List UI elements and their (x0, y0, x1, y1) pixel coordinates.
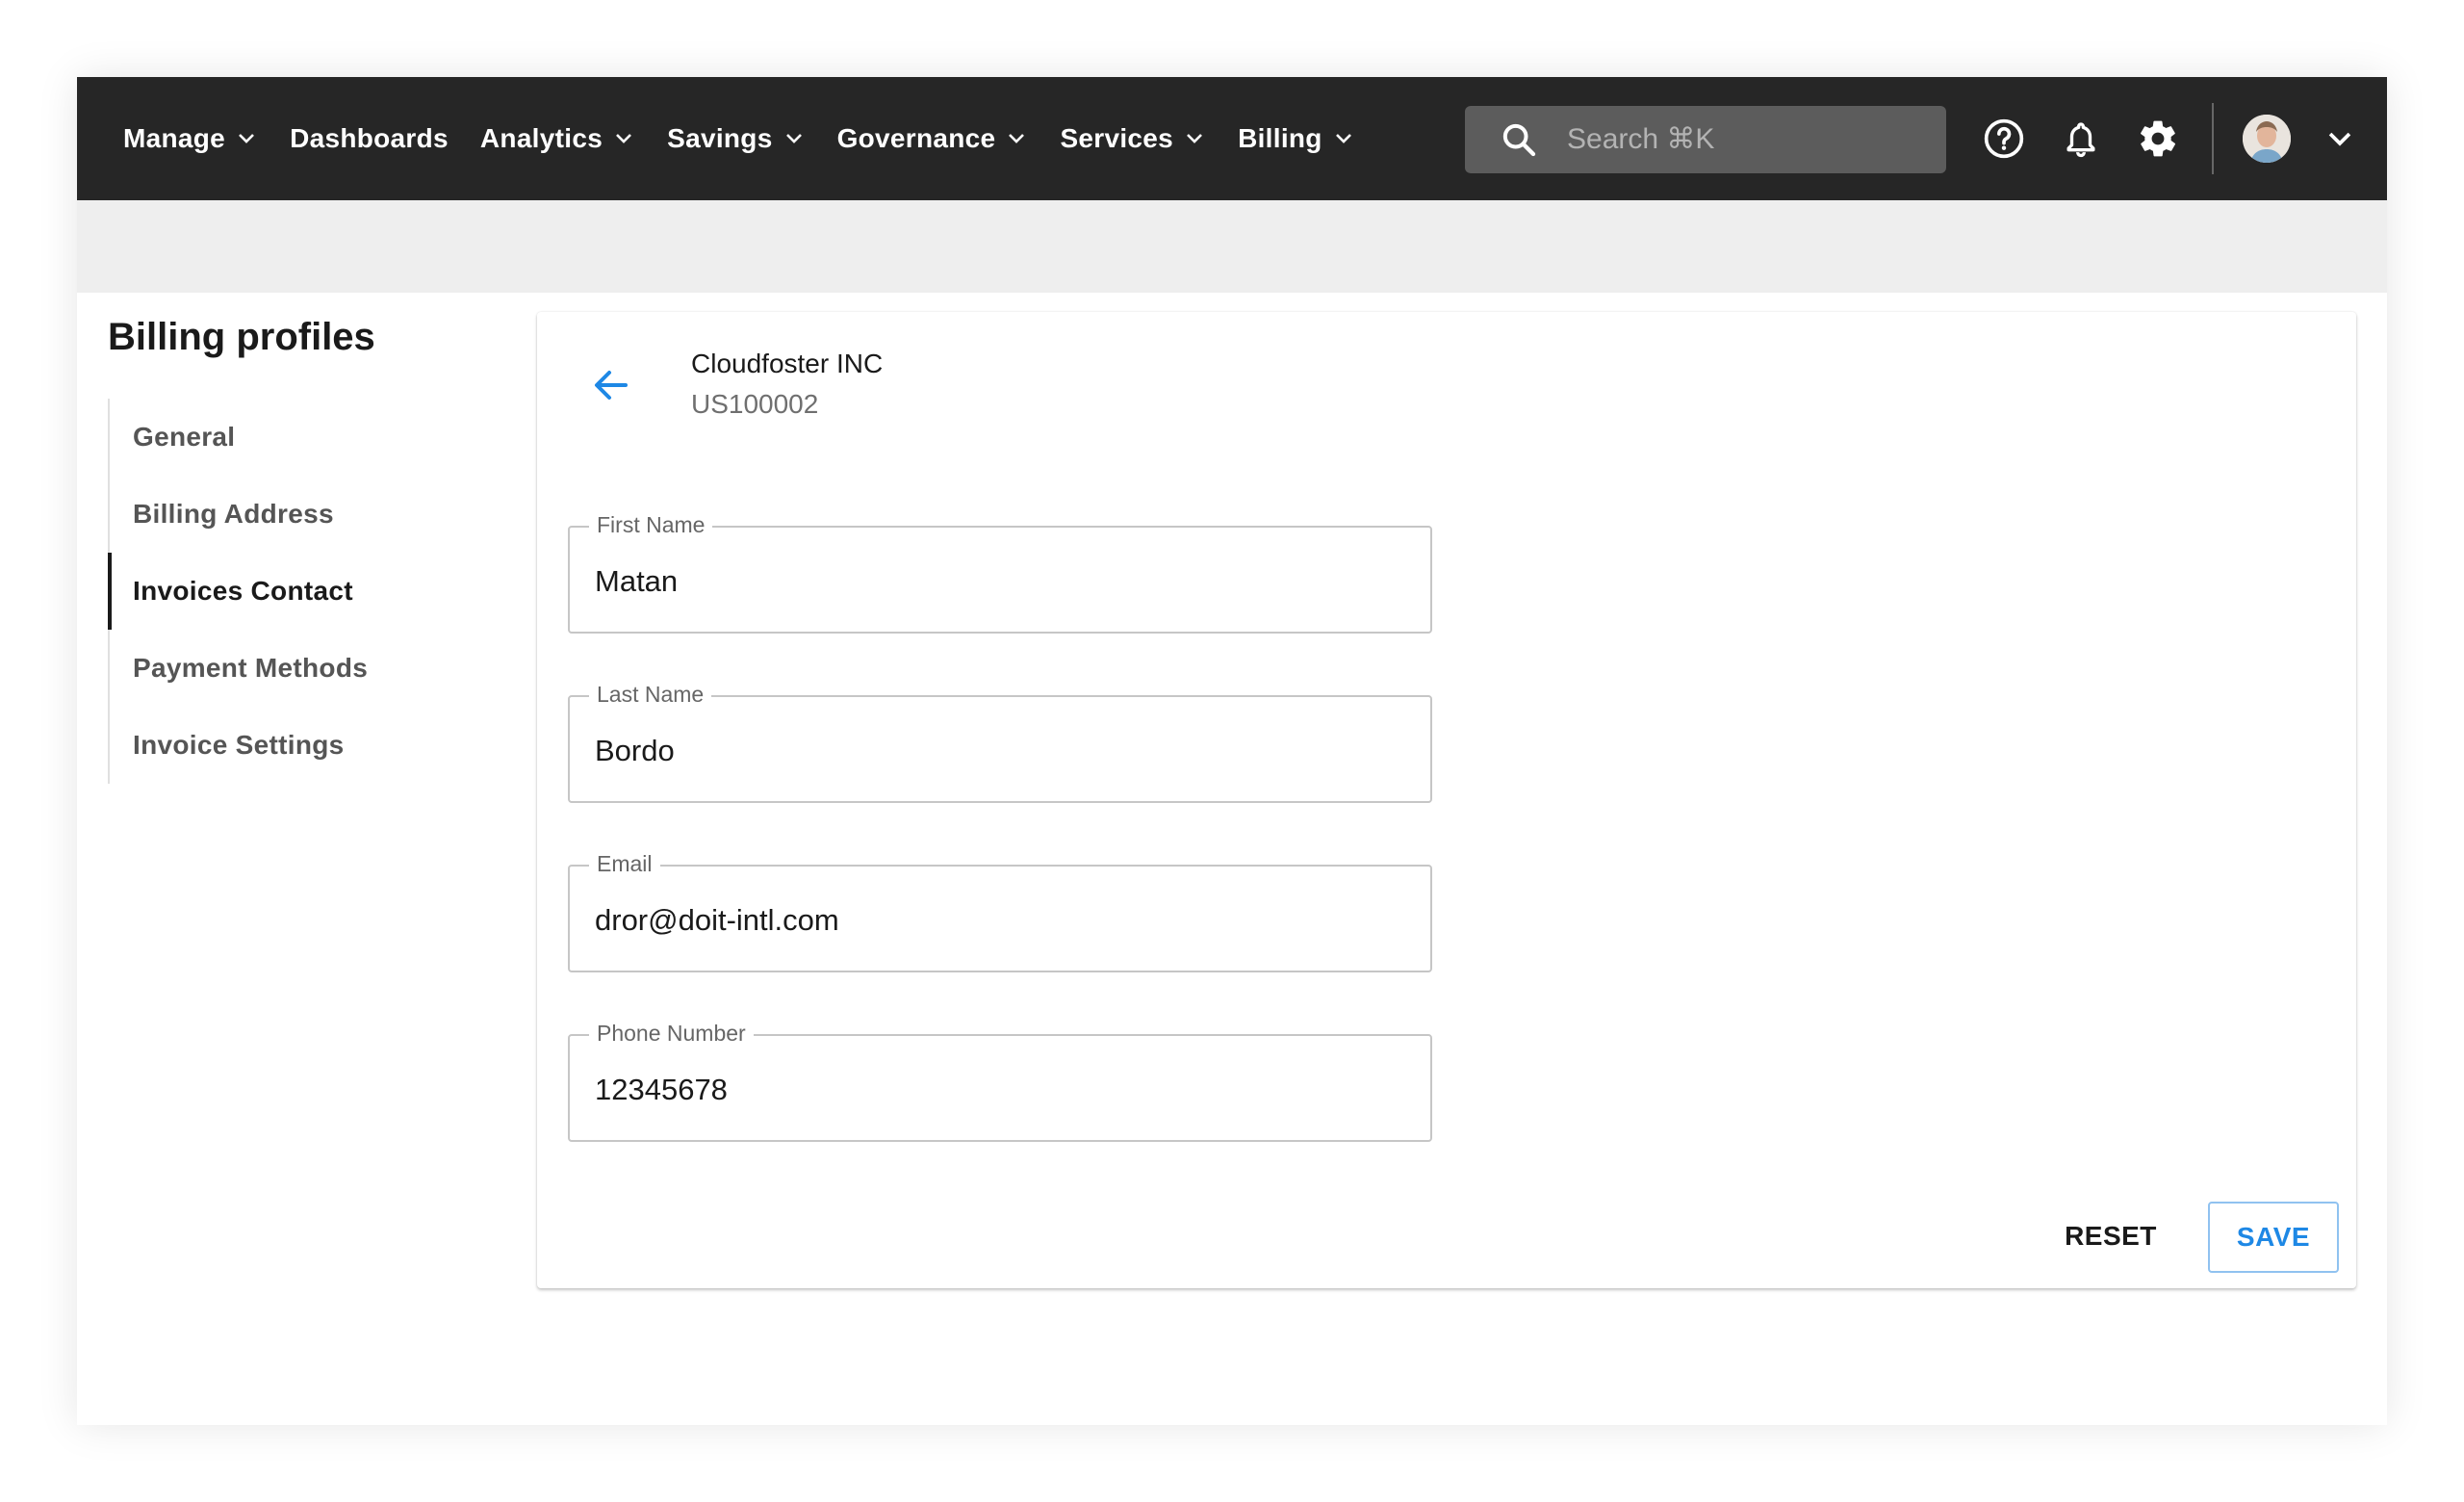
nav-item-services[interactable]: Services (1060, 77, 1206, 200)
chevron-down-icon (1335, 134, 1351, 143)
sidebar-item-label: Payment Methods (133, 653, 369, 683)
help-icon (1984, 118, 2024, 159)
company-id: US100002 (691, 389, 819, 419)
page-title: Billing profiles (108, 316, 375, 358)
nav-item-manage[interactable]: Manage (123, 77, 258, 200)
divider (2212, 103, 2214, 174)
settings-button[interactable] (2135, 116, 2181, 162)
top-icons (1981, 77, 2356, 200)
field-label: Phone Number (589, 1021, 754, 1047)
last-name-field: Last Name (568, 682, 1432, 803)
chevron-down-icon (1187, 134, 1202, 143)
field-label: Email (589, 851, 660, 877)
field-label: Last Name (589, 682, 712, 708)
search-icon (1502, 123, 1536, 157)
nav-item-savings[interactable]: Savings (667, 77, 805, 200)
nav-item-label: Manage (123, 123, 226, 153)
sidebar-item-label: General (133, 422, 236, 452)
phone-number-field: Phone Number (568, 1021, 1432, 1142)
nav-item-label: Savings (667, 123, 773, 153)
top-nav-bar: Manage Dashboards Analytics Savings Gove… (77, 77, 2387, 200)
chevron-down-icon[interactable] (2323, 122, 2356, 155)
sidebar-item-invoices-contact[interactable]: Invoices Contact (108, 553, 512, 630)
email-input[interactable] (595, 901, 1403, 940)
gear-icon (2141, 120, 2176, 157)
first-name-field: First Name (568, 512, 1432, 634)
bell-icon (2066, 122, 2095, 158)
first-name-input[interactable] (595, 562, 1403, 601)
sidebar-item-invoice-settings[interactable]: Invoice Settings (110, 707, 512, 784)
back-arrow-icon[interactable] (587, 362, 633, 408)
user-photo (2243, 115, 2291, 163)
chevron-down-icon (1009, 134, 1025, 143)
nav-item-dashboards[interactable]: Dashboards (290, 77, 449, 200)
save-button[interactable]: SAVE (2208, 1202, 2339, 1273)
settings-sidebar: General Billing Address Invoices Contact… (108, 399, 512, 784)
nav-item-label: Services (1060, 123, 1174, 153)
sidebar-item-payment-methods[interactable]: Payment Methods (110, 630, 512, 707)
search-input[interactable] (1567, 123, 1933, 156)
nav-item-analytics[interactable]: Analytics (480, 77, 635, 200)
chevron-down-icon (239, 134, 254, 143)
field-label: First Name (589, 512, 713, 538)
search-box[interactable] (1465, 106, 1946, 173)
main-nav: Manage Dashboards Analytics Savings Gove… (123, 77, 1387, 200)
sidebar-item-general[interactable]: General (110, 399, 512, 476)
notifications-button[interactable] (2058, 116, 2104, 162)
nav-item-label: Governance (836, 123, 996, 153)
page-header-band (77, 200, 2387, 293)
last-name-input[interactable] (595, 732, 1403, 770)
sidebar-item-label: Billing Address (133, 499, 334, 529)
company-name: Cloudfoster INC (691, 349, 884, 378)
nav-item-label: Billing (1238, 123, 1322, 153)
help-button[interactable] (1981, 116, 2027, 162)
email-field: Email (568, 851, 1432, 972)
nav-item-label: Analytics (479, 123, 603, 153)
nav-item-billing[interactable]: Billing (1238, 77, 1355, 200)
invoices-contact-card: Cloudfoster INC US100002 First Name Last… (537, 312, 2356, 1288)
chevron-down-icon (616, 134, 632, 143)
sidebar-item-label: Invoice Settings (133, 730, 345, 760)
sidebar-item-billing-address[interactable]: Billing Address (110, 476, 512, 553)
app-window: Manage Dashboards Analytics Savings Gove… (77, 77, 2387, 1425)
chevron-down-icon (785, 134, 802, 143)
nav-item-label: Dashboards (290, 123, 449, 153)
phone-number-input[interactable] (595, 1071, 1403, 1109)
avatar[interactable] (2243, 115, 2291, 163)
reset-button[interactable]: RESET (2058, 1202, 2164, 1271)
sidebar-item-label: Invoices Contact (133, 576, 353, 606)
nav-item-governance[interactable]: Governance (837, 77, 1029, 200)
